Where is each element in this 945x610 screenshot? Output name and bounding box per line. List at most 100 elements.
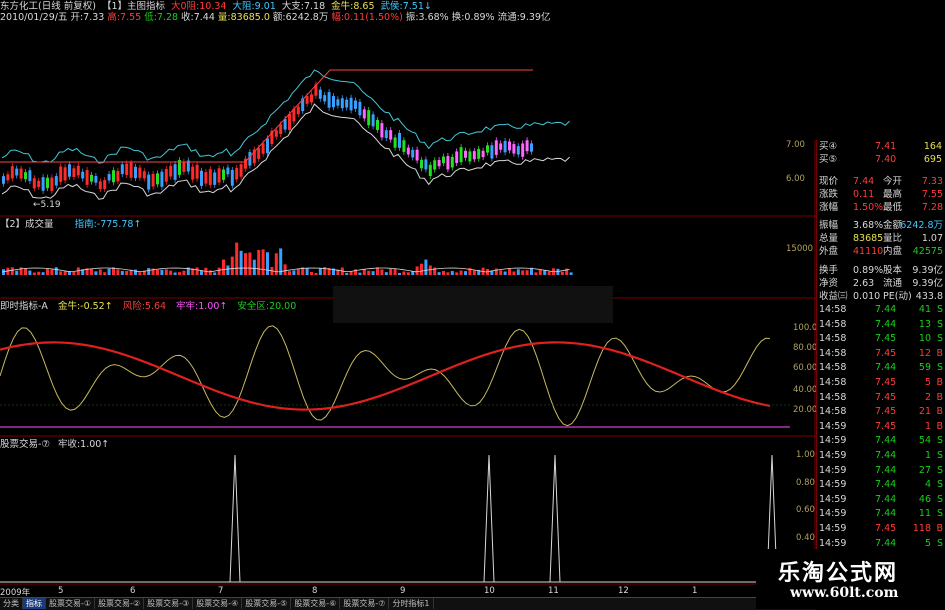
volume-bar: [178, 272, 181, 275]
candle-body: [349, 97, 353, 111]
candle-body: [274, 130, 278, 137]
candle-body: [525, 140, 529, 152]
indicator-tab[interactable]: 股票交易-⑦: [340, 598, 390, 609]
candle-body: [129, 162, 133, 178]
indicator-tab[interactable]: 股票交易-⑤: [242, 598, 292, 609]
signal-axis-label: 0.40: [796, 533, 815, 543]
volume-bar: [450, 271, 454, 275]
tick-row: 14:59 7.44 54 S: [819, 435, 943, 447]
volume-bar: [103, 272, 107, 275]
volume-bar: [147, 268, 151, 275]
tick-row: 14:59 7.44 11 S: [819, 508, 943, 520]
candle-body: [503, 140, 507, 153]
indicator-tab[interactable]: 指标: [23, 598, 46, 609]
header-item: 大0阻:10.34: [170, 1, 227, 12]
candle-body: [2, 176, 5, 184]
volume-bar: [420, 263, 423, 275]
indicator-tab[interactable]: 分时指标1: [389, 598, 434, 609]
candle-body: [257, 147, 261, 159]
volume-bar: [134, 269, 137, 275]
candle-body: [345, 99, 349, 108]
candle-body: [406, 147, 410, 155]
candle-body: [191, 166, 195, 180]
candle-body: [151, 173, 155, 187]
candle-body: [54, 176, 58, 186]
volume-bar: [446, 272, 450, 275]
volume-bar: [41, 272, 45, 275]
volume-bar: [459, 270, 463, 275]
candle-body: [424, 159, 428, 170]
tick-row: 14:58 7.45 21 B: [819, 406, 943, 418]
volume-bar: [169, 270, 173, 275]
volume-bar: [98, 269, 102, 275]
candle-body: [37, 180, 41, 187]
volume-bar: [283, 264, 287, 275]
volume-bar: [525, 270, 529, 275]
candle-body: [68, 164, 71, 177]
candle-body: [336, 99, 340, 106]
tick-row: 14:59 7.44 46 S: [819, 493, 943, 505]
candle-body: [459, 147, 463, 163]
volume-bar: [362, 269, 366, 275]
signal-axis-label: 1.00: [796, 450, 815, 460]
indicator-tab[interactable]: 股票交易-⑥: [291, 598, 341, 609]
volume-bar: [50, 269, 54, 275]
volume-bar: [455, 272, 459, 275]
volume-bar: [494, 268, 498, 275]
quote-stat-row: 现价 7.44 今开 7.33: [819, 176, 943, 187]
candle-body: [222, 169, 225, 180]
volume-bar: [508, 268, 511, 275]
header-item: 2010/01/29/五: [0, 12, 68, 23]
tick-row: 14:59 7.44 1 S: [819, 450, 943, 461]
volume-bar: [402, 271, 406, 275]
indicator-tab[interactable]: 分类: [0, 598, 23, 609]
volume-panel-header: 【2】成交量 指南:-775.78↑: [0, 219, 141, 230]
header-item: 金牛:8.65: [331, 1, 375, 12]
indicator-tab[interactable]: 股票交易-④: [193, 598, 243, 609]
osc-fast-line: [0, 325, 771, 427]
candle-body: [195, 164, 199, 179]
header-item: 换:0.89%: [451, 12, 495, 23]
order-book-row: 买④ 7.41 164: [819, 141, 942, 152]
volume-bar: [116, 269, 120, 275]
indicator-tab[interactable]: 股票交易-②: [95, 598, 145, 609]
candle-body: [327, 92, 331, 108]
volume-bar: [292, 270, 296, 275]
candle-body: [266, 138, 269, 154]
volume-bar: [543, 270, 547, 275]
candle-body: [296, 106, 300, 115]
signal-panel-header: 股票交易-⑦ 牢收:1.00↑: [0, 439, 117, 450]
candle-body: [530, 143, 533, 152]
tick-row: 14:59 7.45 118 B: [819, 523, 943, 534]
candle-body: [380, 123, 384, 138]
osc-axis-label: 80.00: [793, 343, 818, 353]
candle-body: [288, 114, 291, 130]
indicator-tab-bar: 分类 指标 股票交易-① 股票交易-② 股票交易-③ 股票交易-④ 股票交易-⑤ 股票交易-⑥…: [0, 597, 816, 610]
volume-bar: [464, 271, 467, 275]
candle-body: [340, 98, 344, 109]
volume-bar: [499, 270, 503, 275]
indicator-tab[interactable]: 股票交易-③: [144, 598, 194, 609]
quote-stat-row: 收益㈢ 0.010 PE(动) 433.8: [819, 291, 943, 302]
header-item: 收:7.44: [181, 12, 215, 23]
volume-bar: [208, 270, 212, 275]
volume-bar: [164, 269, 168, 275]
date-axis-label: 7: [218, 586, 224, 596]
quote-stat-row: 涨跌 0.11 最高 7.55: [819, 189, 943, 200]
date-axis-label: 12: [618, 586, 629, 596]
chart-canvas: [0, 0, 816, 597]
volume-bar: [560, 271, 564, 275]
volume-bar: [257, 249, 261, 275]
candle-body: [200, 170, 203, 186]
candle-body: [182, 161, 186, 172]
indicator-tab[interactable]: 股票交易-①: [46, 598, 96, 609]
chart-area[interactable]: [0, 0, 816, 597]
volume-bar: [244, 253, 247, 275]
candle-body: [98, 181, 102, 190]
date-axis-label: 11: [548, 586, 559, 596]
volume-bar: [32, 272, 36, 275]
header-item: 量:83685.0: [217, 12, 270, 23]
candle-body: [90, 174, 93, 182]
volume-bar: [261, 249, 265, 275]
quote-stat-row: 净资 2.63 流通 9.39亿: [819, 278, 943, 289]
